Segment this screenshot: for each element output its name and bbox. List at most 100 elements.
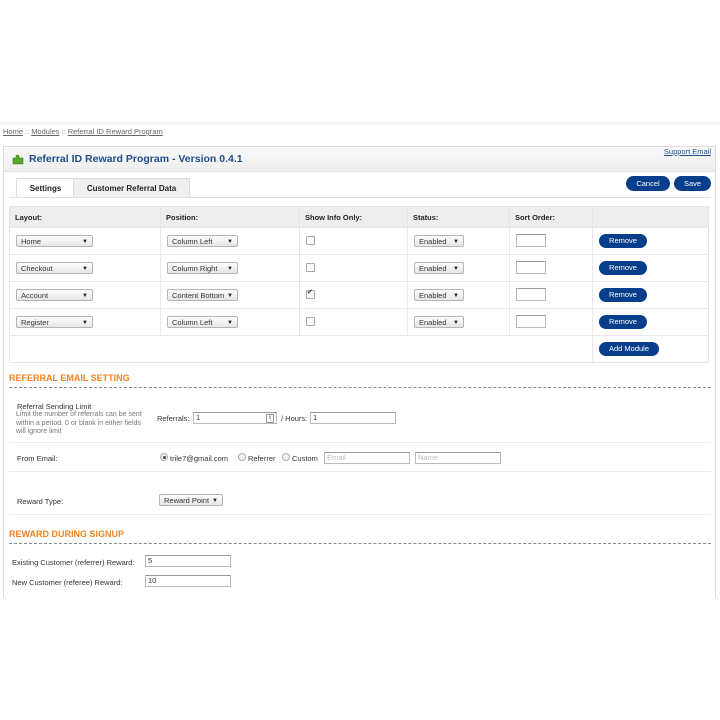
- table-header-row: Layout: Position: Show Info Only: Status…: [9, 206, 709, 228]
- position-select[interactable]: Column Left ▼: [167, 316, 238, 328]
- puzzle-piece-icon: [12, 154, 24, 165]
- row-divider: [9, 442, 711, 443]
- sort-order-input[interactable]: [516, 314, 546, 328]
- section-divider: [9, 387, 711, 388]
- show-info-only-checkbox[interactable]: [306, 235, 315, 245]
- status-select-value: Enabled: [419, 237, 447, 246]
- module-panel: Referral ID Reward Program - Version 0.4…: [3, 146, 716, 597]
- from-email-radio-default[interactable]: [160, 453, 168, 461]
- tab-settings[interactable]: Settings: [16, 178, 75, 198]
- column-header-action: [592, 206, 709, 228]
- table-row: Account ▼ Content Bottom ▼ ✔ Enabled ▼ Remo…: [9, 281, 709, 309]
- column-header-status: Status:: [407, 206, 510, 228]
- sort-order-input[interactable]: [516, 233, 546, 247]
- custom-email-input[interactable]: Email: [324, 452, 410, 464]
- dropdown-arrow-icon: ▼: [453, 239, 459, 245]
- reward-type-select[interactable]: Reward Point ▼: [159, 494, 223, 506]
- dropdown-arrow-icon: ▼: [227, 320, 233, 326]
- column-header-position: Position:: [160, 206, 300, 228]
- position-select[interactable]: Column Left ▼: [167, 235, 238, 247]
- status-select[interactable]: Enabled ▼: [414, 316, 464, 328]
- remove-button[interactable]: Remove: [599, 261, 647, 275]
- row-divider: [9, 471, 711, 472]
- from-email-option-referrer: Referrer: [248, 454, 276, 463]
- remove-button[interactable]: Remove: [599, 315, 647, 329]
- referral-sending-limit-label: Referral Sending Limit: [17, 402, 92, 411]
- column-header-sort-order: Sort Order:: [509, 206, 593, 228]
- layout-select-value: Checkout: [21, 264, 53, 273]
- from-email-radio-custom[interactable]: [282, 453, 290, 461]
- support-email-link[interactable]: Support Email: [664, 147, 711, 156]
- status-select[interactable]: Enabled ▼: [414, 262, 464, 274]
- dropdown-arrow-icon: ▼: [453, 266, 459, 272]
- status-select-value: Enabled: [419, 318, 447, 327]
- new-customer-reward-label: New Customer (referee) Reward:: [12, 578, 123, 587]
- referrals-input[interactable]: 1 ⇕: [193, 412, 277, 424]
- panel-header: Referral ID Reward Program - Version 0.4…: [4, 147, 715, 172]
- layout-select[interactable]: Home ▼: [16, 235, 93, 247]
- dropdown-arrow-icon: ▼: [212, 498, 218, 504]
- status-select-value: Enabled: [419, 264, 447, 273]
- table-footer-row: Add Module: [9, 335, 709, 363]
- referrals-label: Referrals:: [157, 414, 190, 423]
- dropdown-arrow-icon: ▼: [227, 293, 233, 299]
- breadcrumb-current[interactable]: Referral ID Reward Program: [68, 127, 163, 136]
- table-row: Home ▼ Column Left ▼ Enabled ▼ Remove: [9, 227, 709, 255]
- spinner-icon[interactable]: ⇕: [266, 414, 274, 423]
- layout-select-value: Account: [21, 291, 49, 300]
- save-button[interactable]: Save: [674, 176, 711, 191]
- from-email-label: From Email:: [17, 454, 58, 463]
- modules-table: Layout: Position: Show Info Only: Status…: [9, 206, 709, 363]
- page-top-shade: [0, 122, 720, 126]
- checkmark-icon: ✔: [307, 288, 313, 296]
- position-select[interactable]: Column Right ▼: [167, 262, 238, 274]
- show-info-only-checkbox[interactable]: ✔: [306, 288, 315, 299]
- show-info-only-checkbox[interactable]: [306, 262, 315, 272]
- table-row: Checkout ▼ Column Right ▼ Enabled ▼ Remove: [9, 254, 709, 282]
- hours-label: / Hours:: [281, 414, 308, 423]
- status-select[interactable]: Enabled ▼: [414, 289, 464, 301]
- remove-button[interactable]: Remove: [599, 288, 647, 302]
- from-email-radio-referrer[interactable]: [238, 453, 246, 461]
- layout-select[interactable]: Register ▼: [16, 316, 93, 328]
- custom-name-input[interactable]: Name: [415, 452, 501, 464]
- table-row: Register ▼ Column Left ▼ Enabled ▼ Remove: [9, 308, 709, 336]
- position-select-value: Content Bottom: [172, 291, 225, 300]
- page-title: Referral ID Reward Program - Version 0.4…: [29, 153, 243, 165]
- remove-button[interactable]: Remove: [599, 234, 647, 248]
- position-select[interactable]: Content Bottom ▼: [167, 289, 238, 301]
- tab-customer-referral-data[interactable]: Customer Referral Data: [73, 178, 190, 198]
- dropdown-arrow-icon: ▼: [453, 320, 459, 326]
- add-module-button[interactable]: Add Module: [599, 342, 659, 356]
- breadcrumb-home[interactable]: Home: [3, 127, 23, 136]
- column-header-show-info-only: Show Info Only:: [299, 206, 408, 228]
- referrals-input-value: 1: [196, 413, 201, 422]
- status-select[interactable]: Enabled ▼: [414, 235, 464, 247]
- status-select-value: Enabled: [419, 291, 447, 300]
- show-info-only-checkbox[interactable]: [306, 316, 315, 326]
- existing-customer-reward-input[interactable]: 5: [145, 555, 231, 567]
- sort-order-input[interactable]: [516, 260, 546, 274]
- new-customer-reward-input[interactable]: 10: [145, 575, 231, 587]
- layout-select[interactable]: Checkout ▼: [16, 262, 93, 274]
- layout-select[interactable]: Account ▼: [16, 289, 93, 301]
- hours-input[interactable]: 1: [310, 412, 396, 424]
- from-email-option-custom: Custom: [292, 454, 318, 463]
- breadcrumb-modules[interactable]: Modules: [31, 127, 59, 136]
- breadcrumb-separator: ::: [25, 127, 30, 136]
- existing-customer-reward-label: Existing Customer (referrer) Reward:: [12, 558, 135, 567]
- from-email-option-default: trile7@gmail.com: [170, 454, 229, 463]
- dropdown-arrow-icon: ▼: [82, 239, 88, 245]
- column-header-layout: Layout:: [9, 206, 161, 228]
- row-divider: [9, 514, 711, 515]
- breadcrumb-separator: ::: [61, 127, 66, 136]
- referral-sending-limit-help: Limit the number of referrals can be sen…: [16, 411, 142, 435]
- cancel-button[interactable]: Cancel: [626, 176, 670, 191]
- dropdown-arrow-icon: ▼: [453, 293, 459, 299]
- dropdown-arrow-icon: ▼: [82, 266, 88, 272]
- tab-divider: [9, 197, 711, 198]
- sort-order-input[interactable]: [516, 287, 546, 301]
- reward-type-select-value: Reward Point: [164, 496, 210, 505]
- layout-select-value: Register: [21, 318, 49, 327]
- section-title-reward-signup: REWARD DURING SIGNUP: [9, 529, 125, 539]
